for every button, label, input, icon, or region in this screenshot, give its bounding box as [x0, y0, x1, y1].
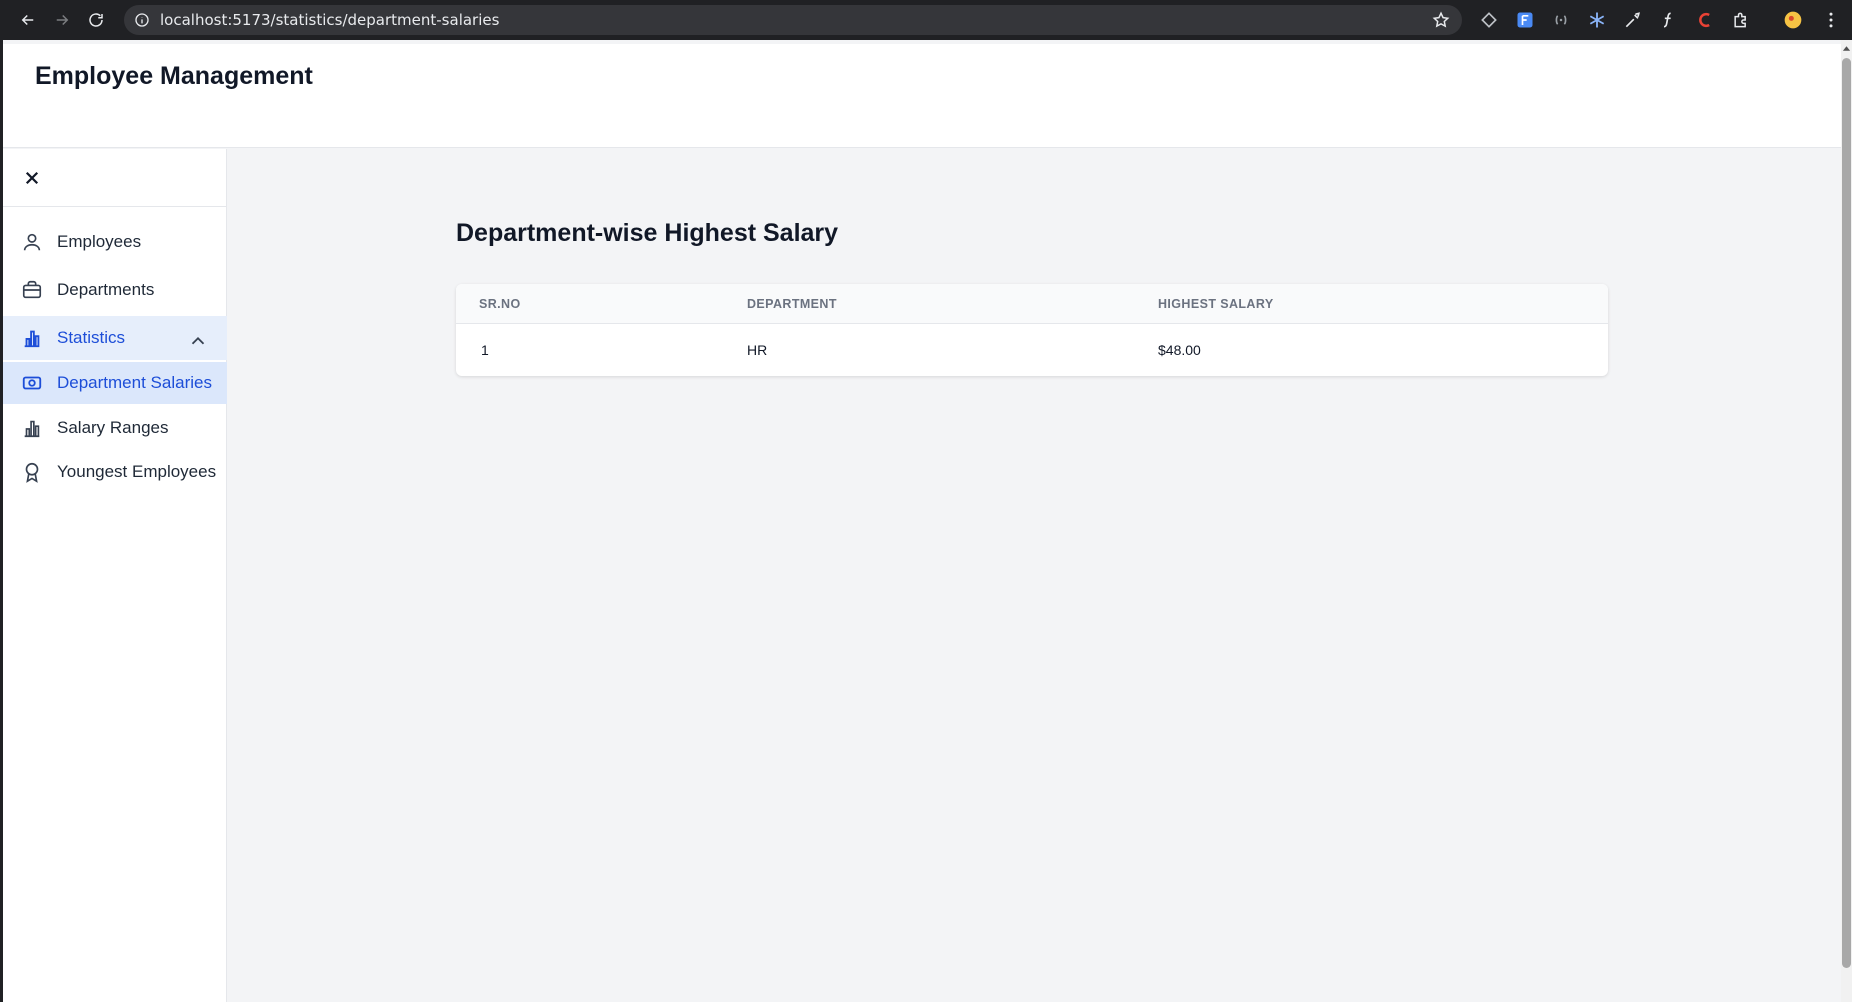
sidebar-header [3, 149, 226, 207]
scrollbar-thumb[interactable] [1842, 58, 1851, 968]
extension-eyedropper-icon[interactable] [1622, 9, 1644, 31]
page-title: Department-wise Highest Salary [456, 219, 839, 247]
extension-function-icon[interactable] [1658, 9, 1680, 31]
sidebar-item-salary-ranges[interactable]: Salary Ranges [3, 406, 227, 450]
sidebar-item-label: Departments [57, 280, 155, 299]
table-header: SR.NO DEPARTMENT HIGHEST SALARY [456, 284, 1608, 324]
sidebar-item-label: Youngest Employees [57, 462, 217, 481]
extension-brackets-icon[interactable] [1550, 9, 1572, 31]
cell-department: HR [747, 342, 768, 358]
scroll-up-arrow-icon[interactable] [1842, 44, 1851, 54]
banknote-icon [22, 376, 42, 390]
address-bar[interactable]: localhost:5173/statistics/department-sal… [124, 5, 1462, 35]
extensions-puzzle-icon[interactable] [1730, 9, 1752, 31]
extension-f-icon[interactable] [1514, 9, 1536, 31]
column-header-srno: SR.NO [479, 297, 521, 311]
briefcase-icon [22, 280, 42, 299]
sidebar-item-departments[interactable]: Departments [3, 268, 227, 312]
column-header-highest-salary: HIGHEST SALARY [1158, 297, 1274, 311]
app-header: Employee Management [3, 44, 1841, 148]
sidebar-item-label: Department Salaries [57, 373, 212, 392]
bar-chart-icon [24, 330, 40, 348]
close-icon[interactable] [23, 169, 41, 187]
url-text: localhost:5173/statistics/department-sal… [160, 11, 500, 29]
sidebar-item-department-salaries[interactable]: Department Salaries [3, 362, 227, 404]
app-title: Employee Management [35, 62, 313, 90]
main-content: Department-wise Highest Salary SR.NO DEP… [227, 149, 1841, 1002]
bar-chart-icon [24, 420, 40, 438]
sidebar-item-youngest-employees[interactable]: Youngest Employees [3, 450, 227, 494]
salary-table: SR.NO DEPARTMENT HIGHEST SALARY 1 HR $48… [456, 284, 1608, 376]
cell-srno: 1 [481, 342, 489, 358]
reload-button[interactable] [82, 6, 110, 34]
back-button[interactable] [14, 6, 42, 34]
chevron-up-icon [191, 336, 205, 345]
sidebar-item-label: Statistics [57, 328, 126, 347]
sidebar-item-statistics[interactable]: Statistics [3, 316, 227, 360]
extension-snowflake-icon[interactable] [1586, 9, 1608, 31]
profile-avatar-icon[interactable] [1782, 9, 1804, 31]
browser-toolbar: localhost:5173/statistics/department-sal… [0, 0, 1852, 40]
sidebar-item-label: Salary Ranges [57, 418, 169, 437]
reload-icon [89, 13, 103, 27]
column-header-department: DEPARTMENT [747, 297, 837, 311]
sidebar-item-employees[interactable]: Employees [3, 220, 227, 264]
cell-highest-salary: $48.00 [1158, 342, 1201, 358]
bookmark-star-icon[interactable] [1432, 11, 1450, 29]
page-scrollbar[interactable] [1841, 40, 1852, 1002]
arrow-left-icon [21, 14, 34, 26]
extension-c-icon[interactable] [1694, 9, 1716, 31]
browser-menu-icon[interactable] [1820, 9, 1842, 31]
user-icon [23, 233, 41, 251]
sidebar: Employees Departments Statistics Departm… [3, 149, 227, 1002]
sidebar-item-label: Employees [57, 232, 142, 251]
table-row: 1 HR $48.00 [456, 324, 1608, 376]
info-icon [135, 13, 149, 27]
app-page: Employee Management Employees Department… [3, 40, 1841, 1002]
award-icon [25, 462, 39, 483]
arrow-right-icon [56, 14, 69, 26]
forward-button[interactable] [48, 6, 76, 34]
extension-diamond-icon[interactable] [1478, 9, 1500, 31]
